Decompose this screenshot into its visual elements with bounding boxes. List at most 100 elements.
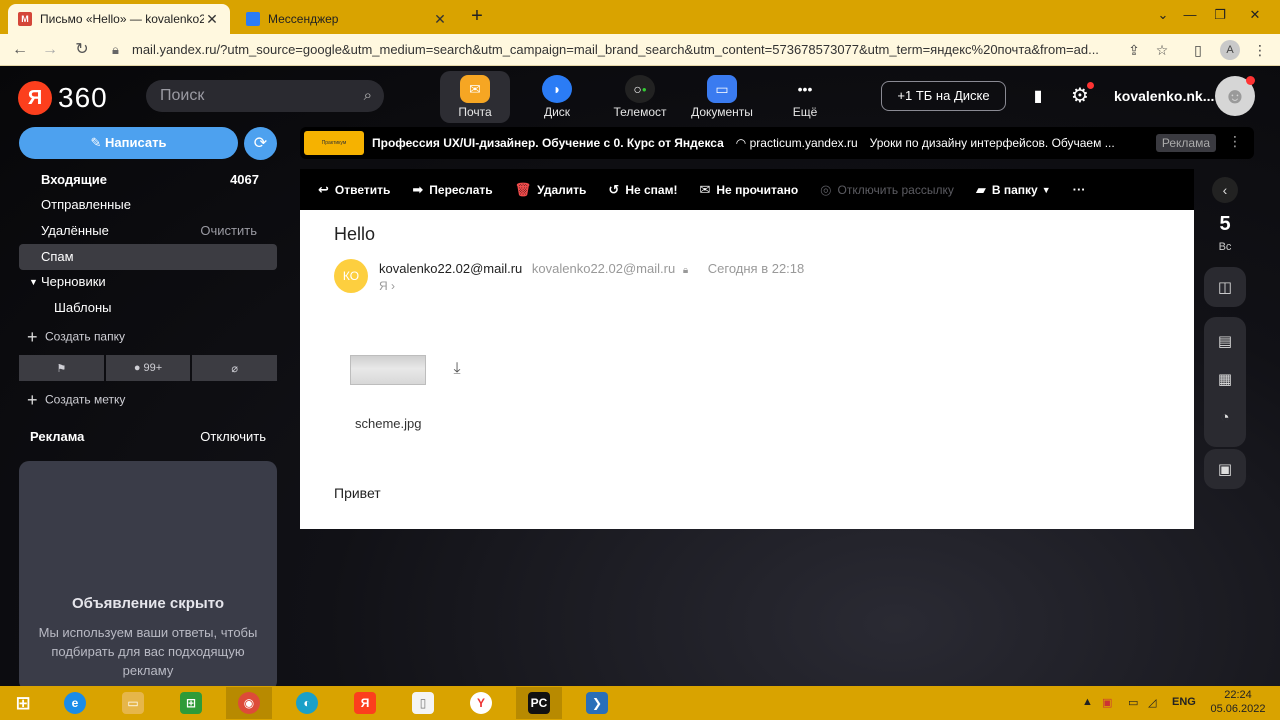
attachment-thumbnail[interactable] bbox=[350, 355, 426, 385]
document-icon[interactable]: ▯ bbox=[400, 687, 446, 719]
pie-chart-icon[interactable]: ◔ bbox=[1204, 397, 1246, 437]
start-windows-icon[interactable]: ⊞ bbox=[0, 687, 46, 719]
create-label-label: Создать метку bbox=[45, 392, 126, 407]
clock[interactable]: 22:24 05.06.2022 bbox=[1200, 688, 1276, 716]
ad-banner[interactable]: Практикум Профессия UX/UI-дизайнер. Обуч… bbox=[300, 127, 1254, 159]
folder-spam[interactable]: Спам bbox=[19, 244, 277, 270]
forward-icon[interactable]: → bbox=[40, 40, 60, 60]
sender-name[interactable]: kovalenko22.02@mail.ru bbox=[379, 261, 522, 276]
url-field[interactable]: 🔒︎ mail.yandex.ru/?utm_source=google&utm_… bbox=[112, 40, 1112, 60]
file-explorer-icon[interactable]: ▭ bbox=[110, 687, 156, 719]
bookmark-star-icon[interactable]: ☆ bbox=[1152, 40, 1172, 60]
telemost-rail-icon[interactable]: ◫ bbox=[1204, 267, 1246, 307]
lock-icon: 🔒︎ bbox=[112, 42, 119, 57]
contacts-icon[interactable]: ▣ bbox=[1204, 449, 1246, 489]
forward-button[interactable]: ➡ Переслать bbox=[412, 182, 492, 198]
calendar-day[interactable]: 5 bbox=[1204, 213, 1246, 236]
close-tab-icon[interactable]: ✕ bbox=[204, 11, 220, 28]
wifi-icon[interactable]: ◿ bbox=[1148, 696, 1156, 709]
delete-button[interactable]: 🗑︎ Удалить bbox=[515, 182, 587, 198]
download-icon[interactable]: ⤓ bbox=[448, 360, 466, 380]
folder-deleted[interactable]: Удалённые Очистить bbox=[19, 218, 277, 244]
powershell-icon[interactable]: ❯ bbox=[574, 687, 620, 719]
refresh-button[interactable]: ⟳ bbox=[244, 127, 277, 160]
battery-icon[interactable]: ▭ bbox=[1128, 696, 1138, 709]
username[interactable]: kovalenko.nk... bbox=[1114, 88, 1214, 104]
store-icon[interactable]: ⊞ bbox=[168, 687, 214, 719]
recipient[interactable]: Я › bbox=[379, 279, 395, 293]
more-actions-button[interactable]: ··· bbox=[1073, 182, 1092, 197]
service-mail[interactable]: ✉ Почта bbox=[440, 71, 510, 123]
yandex-360-logo[interactable]: Я 360 bbox=[18, 81, 108, 115]
mark-unread-button[interactable]: ✉ Не прочитано bbox=[699, 182, 798, 198]
sender-avatar[interactable]: КО bbox=[334, 259, 368, 293]
phone-icon[interactable]: ▮ bbox=[1028, 86, 1048, 108]
create-label-button[interactable]: + Создать метку bbox=[27, 390, 125, 411]
tab-search-icon[interactable]: ⌄ bbox=[1148, 0, 1178, 30]
attachment-name[interactable]: scheme.jpg bbox=[355, 416, 421, 431]
notes-icon[interactable]: ▤ bbox=[1204, 321, 1246, 361]
service-disk[interactable]: ◗ Диск bbox=[522, 71, 592, 123]
disk-offer-button[interactable]: +1 ТБ на Диске bbox=[881, 81, 1006, 111]
settings-gear-icon[interactable]: ⚙ bbox=[1068, 82, 1094, 108]
expand-arrow-icon[interactable]: ▼ bbox=[29, 269, 38, 295]
close-tab-icon[interactable]: ✕ bbox=[432, 11, 448, 28]
folder-drafts[interactable]: ▼ Черновики bbox=[19, 269, 277, 295]
folder-inbox[interactable]: Входящие 4067 bbox=[19, 167, 277, 193]
yandex-browser-icon[interactable]: Y bbox=[458, 687, 504, 719]
more-vertical-icon[interactable]: ⋮ bbox=[1228, 133, 1242, 150]
menu-dots-icon[interactable]: ⋮ bbox=[1250, 40, 1270, 60]
flag-filter-button[interactable]: ⚑ bbox=[19, 355, 104, 381]
more-icon: ••• bbox=[797, 81, 813, 97]
apps-icon[interactable]: ▦ bbox=[1204, 359, 1246, 399]
unsubscribe-button[interactable]: ◎ Отключить рассылку bbox=[820, 182, 954, 198]
profile-avatar[interactable]: A bbox=[1220, 40, 1240, 60]
internet-explorer-icon[interactable]: e bbox=[52, 687, 98, 719]
create-folder-button[interactable]: + Создать папку bbox=[27, 327, 125, 348]
search-icon[interactable]: ⌕ bbox=[364, 80, 372, 112]
search-input[interactable]: Поиск ⌕ bbox=[146, 80, 384, 112]
pycharm-icon[interactable]: PC bbox=[516, 687, 562, 719]
edge-icon[interactable]: ◐ bbox=[284, 687, 330, 719]
share-icon[interactable]: ⇪ bbox=[1124, 40, 1144, 60]
maximize-icon[interactable]: ❐ bbox=[1205, 0, 1235, 30]
filter-bar: ⚑ ● 99+ ⌀ bbox=[19, 355, 278, 381]
service-telemost[interactable]: ○ ● Телемост bbox=[605, 71, 675, 123]
dropdown-arrow-icon: ▼ bbox=[1041, 184, 1051, 195]
compose-button[interactable]: ✎ Написать bbox=[19, 127, 238, 159]
sender-email[interactable]: kovalenko22.02@mail.ru bbox=[532, 261, 675, 276]
user-avatar[interactable]: ☻ bbox=[1215, 76, 1255, 116]
new-tab-button[interactable]: + bbox=[466, 5, 488, 27]
not-spam-button[interactable]: ↺ Не спам! bbox=[608, 182, 677, 198]
service-more[interactable]: ••• Ещё bbox=[770, 71, 840, 123]
tab-messenger[interactable]: Мессенджер ✕ bbox=[236, 4, 458, 34]
network-error-icon[interactable]: ▣ bbox=[1102, 696, 1112, 709]
unread-filter-button[interactable]: ● 99+ bbox=[105, 355, 191, 381]
tab-mail[interactable]: M Письмо «Hello» — kovalenko22 ✕ bbox=[8, 4, 230, 34]
mark-unread-label: Не прочитано bbox=[716, 182, 799, 197]
disk-icon: ◗ bbox=[542, 75, 572, 103]
back-icon[interactable]: ← bbox=[10, 40, 30, 60]
folder-label: Спам bbox=[41, 249, 74, 264]
reload-icon[interactable]: ↻ bbox=[72, 40, 92, 60]
move-to-folder-button[interactable]: ▰ В папку ▼ bbox=[976, 182, 1051, 198]
restore-icon: ↺ bbox=[608, 181, 620, 197]
clear-trash-button[interactable]: Очистить bbox=[200, 218, 257, 244]
attachment-filter-button[interactable]: ⌀ bbox=[192, 355, 278, 381]
minimize-icon[interactable]: — bbox=[1175, 0, 1205, 30]
tray-up-arrow-icon[interactable]: ▲ bbox=[1082, 696, 1093, 708]
service-documents[interactable]: ▭ Документы bbox=[687, 71, 757, 123]
ad-banner-text: Уроки по дизайну интерфейсов. Обучаем ..… bbox=[869, 136, 1115, 150]
close-window-icon[interactable]: ✕ bbox=[1240, 0, 1270, 30]
folder-templates[interactable]: Шаблоны bbox=[19, 295, 277, 321]
language-indicator[interactable]: ENG bbox=[1172, 696, 1196, 708]
reply-button[interactable]: ↩ Ответить bbox=[318, 182, 390, 198]
service-label: Документы bbox=[691, 105, 753, 119]
disable-ads-button[interactable]: Отключить bbox=[200, 429, 266, 444]
chevron-left-icon[interactable]: ‹ bbox=[1212, 177, 1238, 203]
side-panel-icon[interactable]: ▯ bbox=[1188, 40, 1208, 60]
chrome-icon[interactable]: ◉ bbox=[226, 687, 272, 719]
windows-taskbar: ⊞ e ▭ ⊞ ◉ ◐ Я ▯ Y PC ❯ ▲ ▣ ▭ ◿ ENG 22:24… bbox=[0, 686, 1280, 720]
yandex-icon[interactable]: Я bbox=[342, 687, 388, 719]
folder-sent[interactable]: Отправленные bbox=[19, 192, 277, 218]
